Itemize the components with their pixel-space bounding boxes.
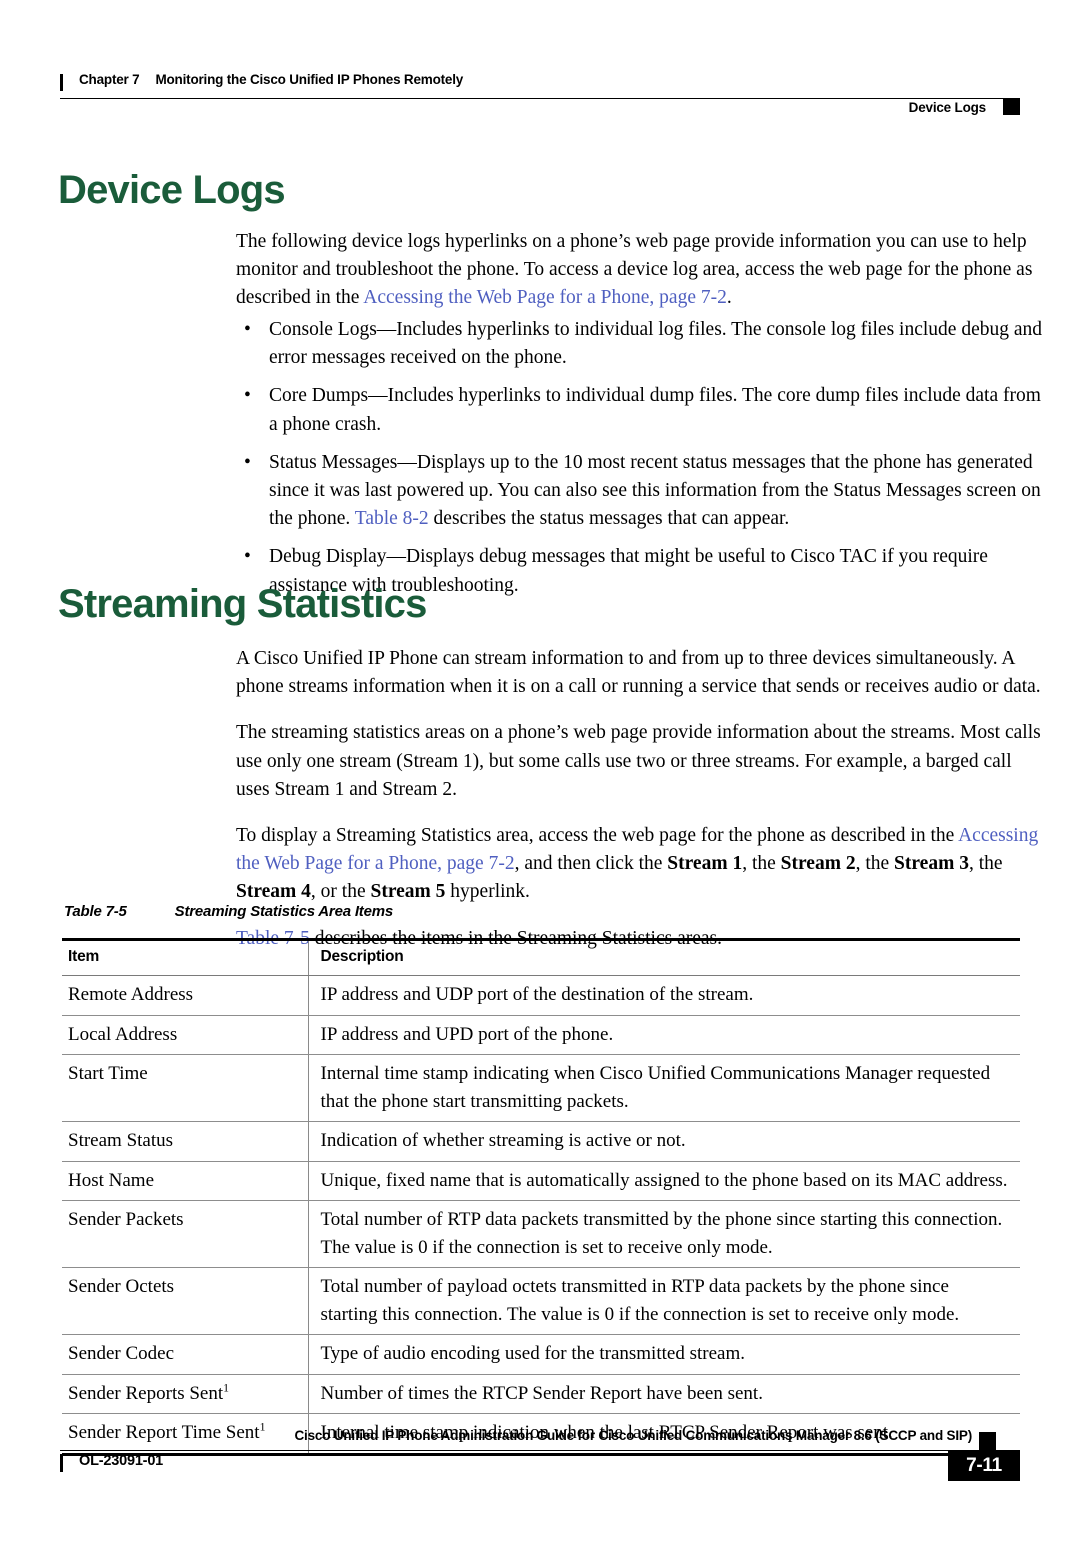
bullet-icon: • [244,546,251,568]
footer-rule [60,1450,1020,1451]
bullet-text-core-dumps: Core Dumps—Includes hyperlinks to indivi… [269,385,1041,435]
table-row: Local Address IP address and UPD port of… [62,1015,1020,1055]
cell-description: IP address and UDP port of the destinati… [307,975,1020,1016]
table-caption-title: Streaming Statistics Area Items [174,903,394,920]
bullet-icon: • [244,385,251,407]
device-logs-bullet-list: • Console Logs—Includes hyperlinks to in… [236,316,1048,610]
streaming-p3-mid5: , or the [310,881,371,903]
cell-item: Sender Packets [62,1200,308,1268]
header-chapter-label: Chapter 7 [79,72,140,87]
heading-streaming-statistics: Streaming Statistics [58,582,427,626]
cell-description: Unique, fixed name that is automatically… [307,1161,1020,1201]
cell-item: Host Name [62,1161,308,1201]
footer-guide-title: Cisco Unified IP Phone Administration Gu… [294,1428,973,1443]
cell-description: Number of times the RTCP Sender Report h… [307,1374,1020,1414]
cell-item: Start Time [62,1054,308,1122]
device-logs-intro-post: . [726,287,732,309]
table-row: Sender Codec Type of audio encoding used… [62,1334,1020,1375]
streaming-p3-mid3: , the [855,853,895,875]
cell-description: Total number of RTP data packets transmi… [307,1200,1020,1268]
device-logs-intro: The following device logs hyperlinks on … [236,228,1048,325]
streaming-paragraph-1: A Cisco Unified IP Phone can stream info… [236,648,1041,698]
streaming-p3-mid4: , the [968,853,1003,875]
link-accessing-web-page-1[interactable]: Accessing the Web Page for a Phone, page… [363,287,727,308]
footer-document-id: OL-23091-01 [79,1453,164,1469]
bullet-icon: • [244,451,251,473]
streaming-statistics-table: Item Description Remote Address IP addre… [62,938,1020,1456]
header-running-head: Device Logs [908,100,987,115]
cell-item: Sender Codec [62,1334,308,1375]
cell-item: Stream Status [62,1121,308,1162]
bullet-text-console-logs: Console Logs—Includes hyperlinks to indi… [269,319,1043,369]
stream-5-label: Stream 5 [370,881,446,903]
heading-device-logs: Device Logs [58,168,286,212]
page-footer: Cisco Unified IP Phone Administration Gu… [60,1428,1020,1488]
column-header-item: Item [62,938,308,976]
table-row: Sender Packets Total number of RTP data … [62,1200,1020,1268]
header-chapter-title: Monitoring the Cisco Unified IP Phones R… [155,72,464,87]
stream-4-label: Stream 4 [236,881,311,903]
table-row: Sender Reports Sent1 Number of times the… [62,1374,1020,1414]
page-number-badge: 7-11 [948,1451,1020,1481]
cell-description: Type of audio encoding used for the tran… [307,1334,1020,1375]
bullet-icon: • [244,319,251,340]
header-tick-mark [60,74,63,91]
cell-item-text: Remote Address [68,984,194,1005]
cell-item: Local Address [62,1015,308,1055]
list-item: • Console Logs—Includes hyperlinks to in… [236,316,1048,372]
cell-item-text: Start Time [68,1063,148,1084]
list-item: • Status Messages—Displays up to the 10 … [236,449,1048,534]
cell-item: Remote Address [62,975,308,1016]
cell-item: Sender Octets [62,1267,308,1335]
cell-item-text: Sender Reports Sent [68,1382,224,1404]
streaming-p3-post: hyperlink. [445,881,530,903]
document-page: Chapter 7 Monitoring the Cisco Unified IP… [0,0,1080,1552]
cell-item-text: Sender Octets [68,1276,175,1297]
cell-item-text: Host Name [68,1169,155,1191]
stream-1-label: Stream 1 [667,853,743,875]
footer-tick-mark [60,1454,63,1472]
header-tab-marker [1003,98,1020,115]
stream-2-label: Stream 2 [780,853,856,875]
cell-description: Total number of payload octets transmitt… [307,1267,1020,1335]
cell-item-text: Stream Status [68,1130,174,1151]
bullet-text-status-messages-post: describes the status messages that can a… [428,508,790,530]
cell-item: Sender Reports Sent1 [62,1374,308,1414]
footnote-marker: 1 [223,1381,230,1395]
cell-description: Internal time stamp indicating when Cisc… [307,1054,1020,1122]
header-rule [60,98,1020,99]
header-chapter-line: Chapter 7 Monitoring the Cisco Unified IP… [79,72,463,87]
column-header-description: Description [307,938,1020,976]
cell-item-text: Sender Codec [68,1343,175,1364]
device-logs-intro-paragraph: The following device logs hyperlinks on … [236,228,1048,313]
footer-tab-marker [979,1432,996,1451]
table-row: Sender Octets Total number of payload oc… [62,1267,1020,1335]
streaming-p3-pre: To display a Streaming Statistics area, … [236,825,959,847]
table-header-row: Item Description [62,938,1020,976]
streaming-p3-mid1: , and then click the [514,853,668,875]
streaming-paragraph-2: The streaming statistics areas on a phon… [236,722,1041,800]
cell-item-text: Sender Packets [68,1209,184,1230]
streaming-paragraph-3: To display a Streaming Statistics area, … [236,822,1048,907]
cell-item-text: Local Address [68,1023,178,1045]
table-row: Host Name Unique, fixed name that is aut… [62,1161,1020,1201]
table-row: Stream Status Indication of whether stre… [62,1121,1020,1162]
streaming-p3-mid2: , the [742,853,781,875]
table-caption: Table 7-5 Streaming Statistics Area Items [64,903,393,920]
cell-description: IP address and UPD port of the phone. [307,1015,1020,1055]
table-row: Remote Address IP address and UDP port o… [62,975,1020,1016]
list-item: • Core Dumps—Includes hyperlinks to indi… [236,382,1048,438]
link-table-8-2[interactable]: Table 8-2 [355,508,429,529]
table-caption-number: Table 7-5 [64,903,127,920]
cell-description: Indication of whether streaming is activ… [307,1121,1020,1162]
table-row: Start Time Internal time stamp indicatin… [62,1054,1020,1122]
page-header: Chapter 7 Monitoring the Cisco Unified IP… [60,72,1020,118]
stream-3-label: Stream 3 [894,853,969,875]
